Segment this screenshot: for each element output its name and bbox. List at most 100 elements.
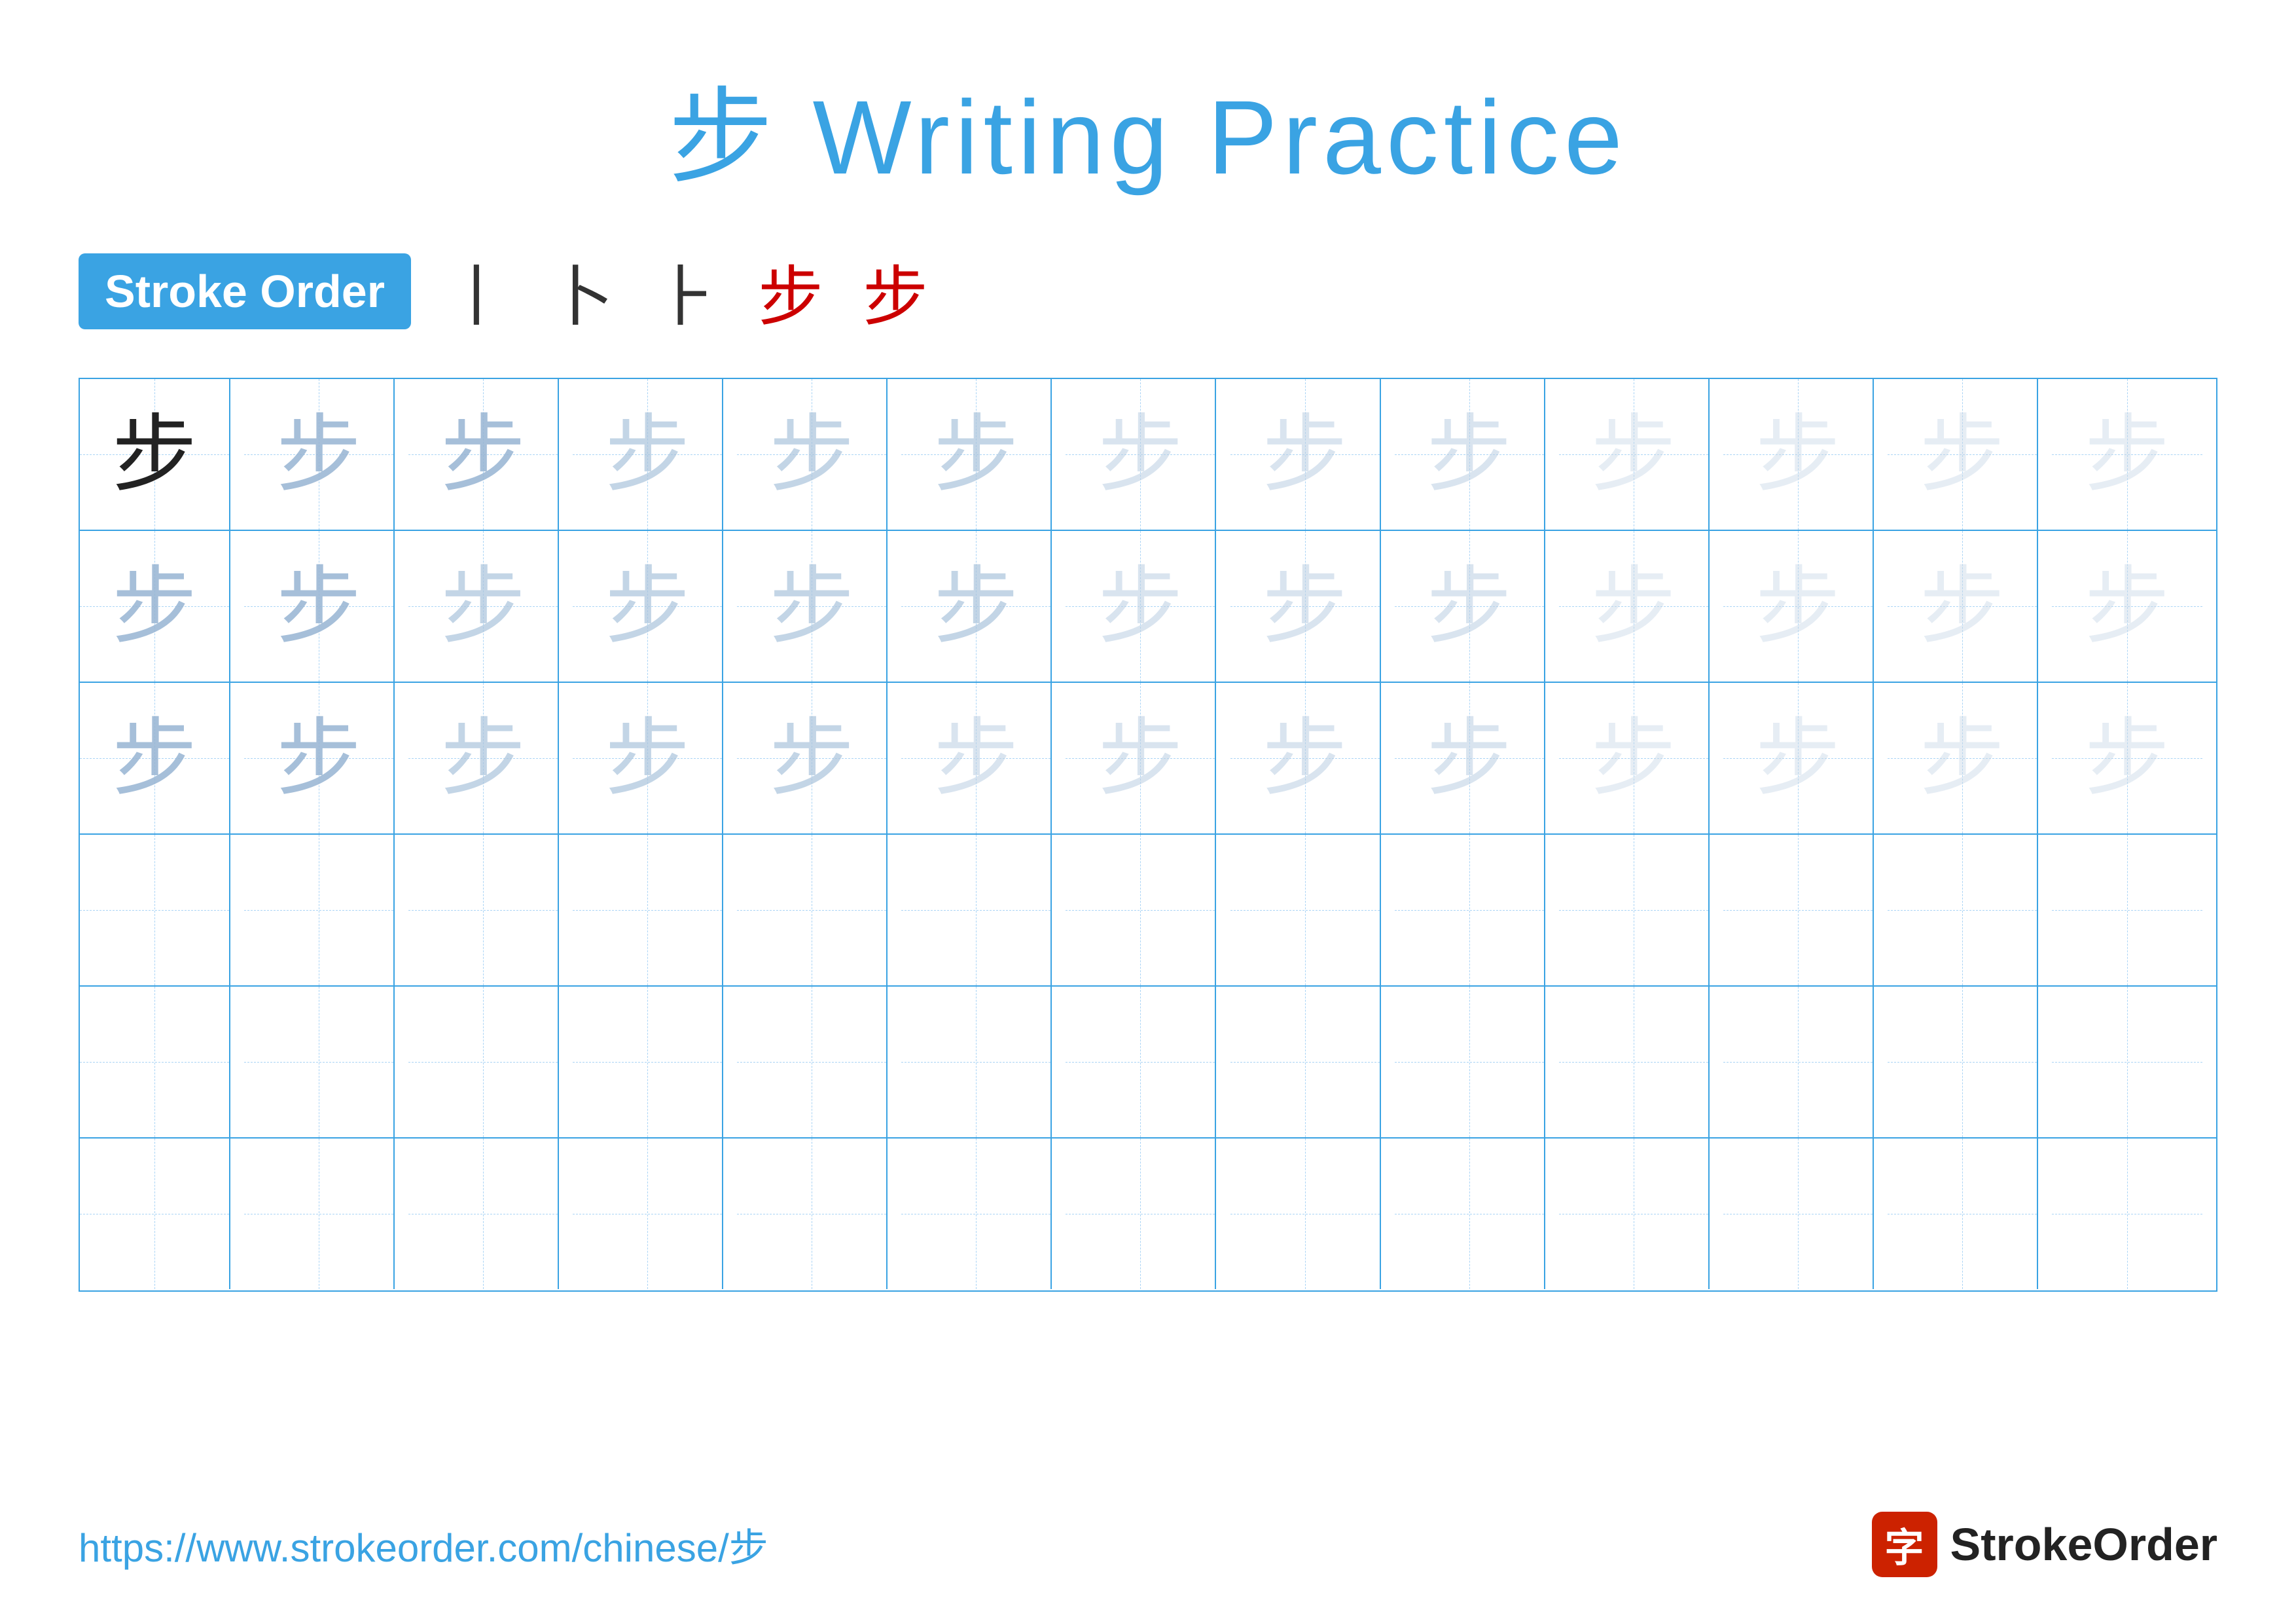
brand-name: StrokeOrder bbox=[1950, 1518, 2217, 1571]
grid-cell-2-3[interactable]: 步 bbox=[408, 531, 559, 682]
grid-cell-1-5[interactable]: 步 bbox=[737, 379, 888, 530]
char-2-7: 步 bbox=[1098, 564, 1183, 649]
grid-cell-1-10[interactable]: 步 bbox=[1559, 379, 1710, 530]
grid-cell-5-6[interactable] bbox=[901, 987, 1052, 1137]
grid-cell-4-3[interactable] bbox=[408, 835, 559, 985]
grid-cell-1-13[interactable]: 步 bbox=[2052, 379, 2202, 530]
grid-cell-6-8[interactable] bbox=[1230, 1139, 1381, 1289]
grid-cell-6-4[interactable] bbox=[573, 1139, 723, 1289]
grid-cell-6-1[interactable] bbox=[80, 1139, 230, 1289]
grid-cell-6-11[interactable] bbox=[1723, 1139, 1874, 1289]
char-1-6: 步 bbox=[933, 412, 1018, 497]
grid-cell-5-8[interactable] bbox=[1230, 987, 1381, 1137]
grid-cell-2-9[interactable]: 步 bbox=[1395, 531, 1545, 682]
brand-icon: 字 bbox=[1872, 1512, 1937, 1577]
grid-cell-3-8[interactable]: 步 bbox=[1230, 683, 1381, 833]
grid-cell-4-5[interactable] bbox=[737, 835, 888, 985]
grid-cell-2-1[interactable]: 步 bbox=[80, 531, 230, 682]
grid-cell-1-11[interactable]: 步 bbox=[1723, 379, 1874, 530]
grid-row-2: 步 步 步 步 步 步 步 步 步 步 步 步 步 bbox=[80, 531, 2216, 683]
grid-cell-5-7[interactable] bbox=[1066, 987, 1216, 1137]
char-1-3: 步 bbox=[440, 412, 526, 497]
char-3-8: 步 bbox=[1263, 716, 1348, 801]
grid-cell-3-2[interactable]: 步 bbox=[244, 683, 395, 833]
grid-cell-2-4[interactable]: 步 bbox=[573, 531, 723, 682]
grid-cell-5-13[interactable] bbox=[2052, 987, 2202, 1137]
grid-cell-6-12[interactable] bbox=[1888, 1139, 2038, 1289]
grid-cell-5-10[interactable] bbox=[1559, 987, 1710, 1137]
grid-cell-1-1[interactable]: 步 bbox=[80, 379, 230, 530]
grid-cell-6-7[interactable] bbox=[1066, 1139, 1216, 1289]
grid-cell-4-9[interactable] bbox=[1395, 835, 1545, 985]
grid-cell-5-3[interactable] bbox=[408, 987, 559, 1137]
grid-cell-5-9[interactable] bbox=[1395, 987, 1545, 1137]
grid-cell-3-9[interactable]: 步 bbox=[1395, 683, 1545, 833]
grid-cell-1-2[interactable]: 步 bbox=[244, 379, 395, 530]
grid-cell-2-12[interactable]: 步 bbox=[1888, 531, 2038, 682]
grid-cell-1-4[interactable]: 步 bbox=[573, 379, 723, 530]
grid-cell-4-10[interactable] bbox=[1559, 835, 1710, 985]
grid-cell-4-11[interactable] bbox=[1723, 835, 1874, 985]
stroke-step-1: 丨 bbox=[444, 244, 509, 338]
grid-cell-3-5[interactable]: 步 bbox=[737, 683, 888, 833]
char-2-13: 步 bbox=[2085, 564, 2170, 649]
grid-cell-5-2[interactable] bbox=[244, 987, 395, 1137]
grid-cell-4-4[interactable] bbox=[573, 835, 723, 985]
grid-cell-5-12[interactable] bbox=[1888, 987, 2038, 1137]
grid-cell-6-6[interactable] bbox=[901, 1139, 1052, 1289]
grid-cell-3-13[interactable]: 步 bbox=[2052, 683, 2202, 833]
grid-cell-5-1[interactable] bbox=[80, 987, 230, 1137]
grid-cell-2-10[interactable]: 步 bbox=[1559, 531, 1710, 682]
grid-cell-4-6[interactable] bbox=[901, 835, 1052, 985]
grid-cell-2-6[interactable]: 步 bbox=[901, 531, 1052, 682]
grid-cell-4-12[interactable] bbox=[1888, 835, 2038, 985]
grid-cell-1-12[interactable]: 步 bbox=[1888, 379, 2038, 530]
grid-cell-3-10[interactable]: 步 bbox=[1559, 683, 1710, 833]
grid-cell-3-4[interactable]: 步 bbox=[573, 683, 723, 833]
grid-cell-4-2[interactable] bbox=[244, 835, 395, 985]
grid-cell-1-3[interactable]: 步 bbox=[408, 379, 559, 530]
grid-cell-2-11[interactable]: 步 bbox=[1723, 531, 1874, 682]
grid-cell-2-7[interactable]: 步 bbox=[1066, 531, 1216, 682]
grid-cell-3-11[interactable]: 步 bbox=[1723, 683, 1874, 833]
grid-cell-5-4[interactable] bbox=[573, 987, 723, 1137]
grid-cell-6-2[interactable] bbox=[244, 1139, 395, 1289]
grid-cell-5-5[interactable] bbox=[737, 987, 888, 1137]
grid-cell-4-1[interactable] bbox=[80, 835, 230, 985]
grid-cell-6-9[interactable] bbox=[1395, 1139, 1545, 1289]
grid-cell-6-10[interactable] bbox=[1559, 1139, 1710, 1289]
char-3-11: 步 bbox=[1755, 716, 1840, 801]
grid-cell-6-5[interactable] bbox=[737, 1139, 888, 1289]
char-2-12: 步 bbox=[1920, 564, 2005, 649]
grid-cell-4-13[interactable] bbox=[2052, 835, 2202, 985]
grid-cell-6-3[interactable] bbox=[408, 1139, 559, 1289]
grid-cell-2-8[interactable]: 步 bbox=[1230, 531, 1381, 682]
grid-cell-1-6[interactable]: 步 bbox=[901, 379, 1052, 530]
grid-cell-3-7[interactable]: 步 bbox=[1066, 683, 1216, 833]
char-3-10: 步 bbox=[1591, 716, 1676, 801]
grid-cell-2-13[interactable]: 步 bbox=[2052, 531, 2202, 682]
grid-cell-3-3[interactable]: 步 bbox=[408, 683, 559, 833]
grid-cell-3-1[interactable]: 步 bbox=[80, 683, 230, 833]
stroke-order-badge: Stroke Order bbox=[79, 253, 411, 329]
grid-cell-1-8[interactable]: 步 bbox=[1230, 379, 1381, 530]
grid-cell-3-6[interactable]: 步 bbox=[901, 683, 1052, 833]
grid-cell-6-13[interactable] bbox=[2052, 1139, 2202, 1289]
grid-cell-3-12[interactable]: 步 bbox=[1888, 683, 2038, 833]
char-3-12: 步 bbox=[1920, 716, 2005, 801]
practice-grid[interactable]: 步 步 步 步 步 步 步 步 步 步 步 步 步 步 步 步 步 步 步 步 … bbox=[79, 378, 2217, 1292]
char-3-9: 步 bbox=[1427, 716, 1512, 801]
grid-cell-5-11[interactable] bbox=[1723, 987, 1874, 1137]
char-2-11: 步 bbox=[1755, 564, 1840, 649]
page-title: 步 Writing Practice bbox=[668, 79, 1628, 196]
char-3-2: 步 bbox=[276, 716, 361, 801]
stroke-step-2: 卜 bbox=[548, 244, 614, 338]
grid-cell-4-8[interactable] bbox=[1230, 835, 1381, 985]
grid-cell-2-5[interactable]: 步 bbox=[737, 531, 888, 682]
char-2-2: 步 bbox=[276, 564, 361, 649]
grid-cell-1-7[interactable]: 步 bbox=[1066, 379, 1216, 530]
grid-cell-4-7[interactable] bbox=[1066, 835, 1216, 985]
footer-url[interactable]: https://www.strokeorder.com/chinese/步 bbox=[79, 1516, 768, 1573]
grid-cell-1-9[interactable]: 步 bbox=[1395, 379, 1545, 530]
grid-cell-2-2[interactable]: 步 bbox=[244, 531, 395, 682]
